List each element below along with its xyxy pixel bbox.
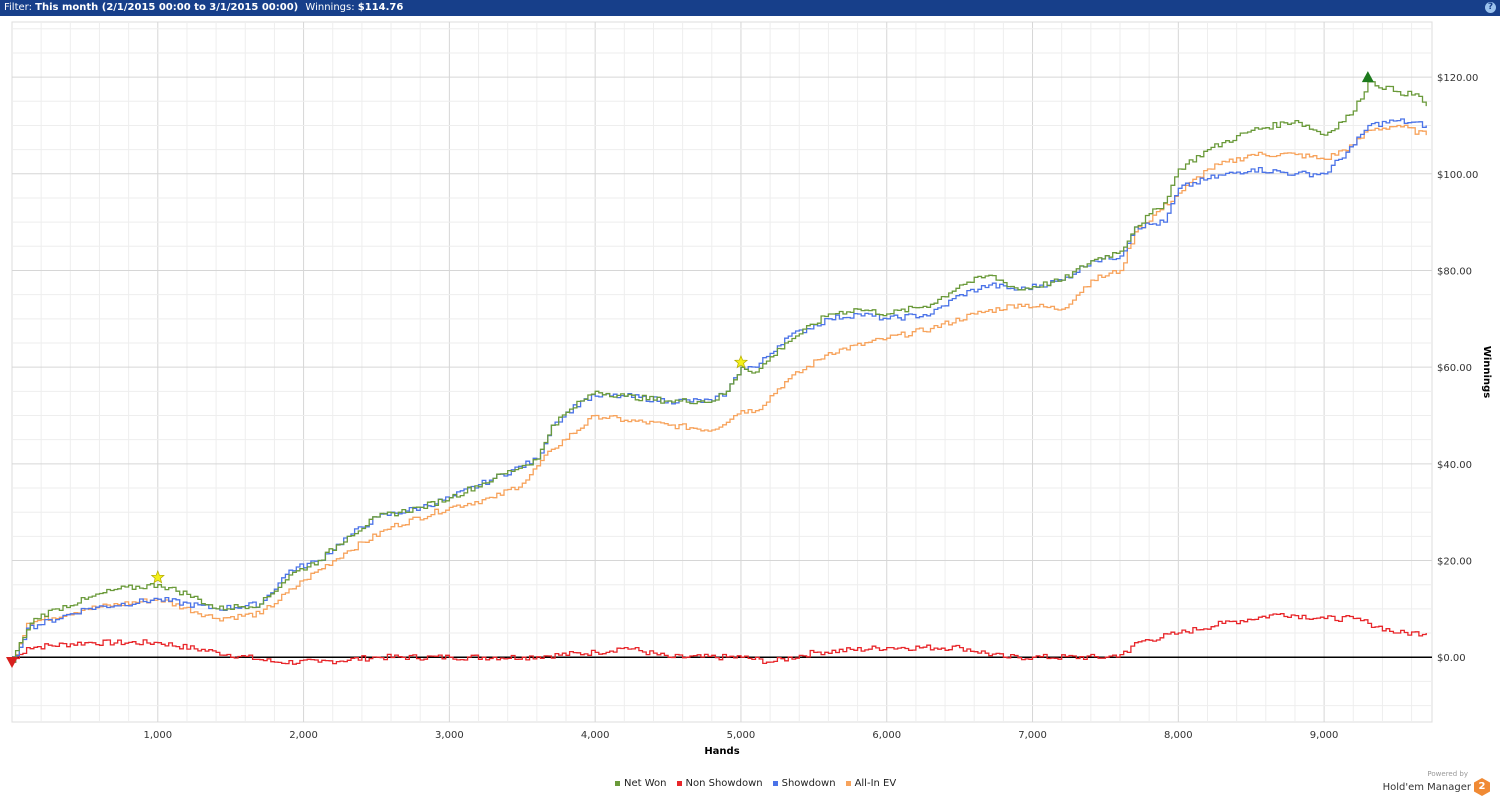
x-tick-label: 7,000	[1018, 730, 1047, 741]
y-tick-label: $80.00	[1437, 266, 1472, 277]
brand-name: Hold'em Manager	[1382, 782, 1471, 793]
brand: Powered by Hold'em Manager 2	[1383, 770, 1490, 796]
legend-item-all-in-ev[interactable]: All-In EV	[845, 778, 896, 789]
x-tick-label: 9,000	[1310, 730, 1339, 741]
legend: Net Won Non Showdown Showdown All-In EV	[615, 778, 896, 789]
y-tick-label: $0.00	[1437, 653, 1466, 664]
x-axis-title: Hands	[704, 746, 739, 757]
winnings-chart: 1,000 2,000 3,000 4,000 5,000 6,000 7,000 8,000…	[6, 21, 1492, 757]
x-tick-label: 5,000	[727, 730, 756, 741]
hem-logo-icon: 2	[1474, 778, 1490, 796]
legend-item-non-showdown[interactable]: Non Showdown	[676, 778, 763, 789]
y-tick-label: $100.00	[1437, 170, 1478, 181]
plot-area	[11, 21, 1433, 723]
x-tick-label: 3,000	[435, 730, 464, 741]
x-tick-label: 2,000	[289, 730, 318, 741]
y-tick-label: $60.00	[1437, 363, 1472, 374]
legend-item-net-won[interactable]: Net Won	[615, 778, 667, 789]
powered-by: Powered by	[1427, 770, 1468, 778]
x-tick-label: 8,000	[1164, 730, 1193, 741]
y-tick-label: $20.00	[1437, 557, 1472, 568]
y-axis-title: Winnings	[1481, 346, 1492, 398]
x-tick-label: 4,000	[581, 730, 610, 741]
x-tick-label: 1,000	[143, 730, 172, 741]
y-tick-label: $120.00	[1437, 73, 1478, 84]
y-tick-label: $40.00	[1437, 460, 1472, 471]
legend-item-showdown[interactable]: Showdown	[772, 778, 836, 789]
x-tick-label: 6,000	[872, 730, 901, 741]
